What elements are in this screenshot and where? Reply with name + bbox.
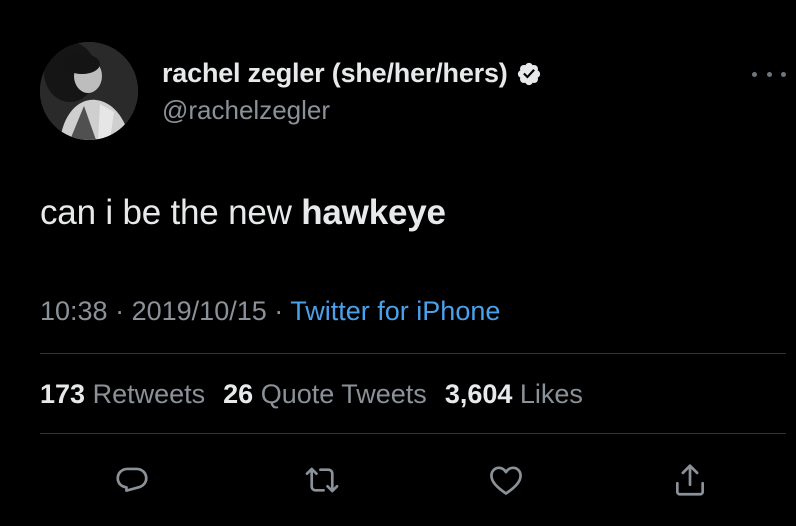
avatar[interactable] — [40, 42, 138, 140]
tweet-text-plain: can i be the new — [40, 193, 302, 232]
quotes-stat[interactable]: 26 Quote Tweets — [223, 379, 427, 410]
verified-badge-icon — [516, 61, 542, 87]
more-options-icon[interactable] — [752, 64, 786, 84]
likes-stat[interactable]: 3,604 Likes — [445, 379, 583, 410]
retweet-button[interactable] — [297, 455, 347, 505]
meta-separator: · — [274, 296, 284, 326]
share-icon — [675, 464, 705, 496]
retweets-stat[interactable]: 173 Retweets — [40, 379, 205, 410]
tweet-text: can i be the new hawkeye — [40, 193, 446, 233]
tweet-source[interactable]: Twitter for iPhone — [290, 296, 500, 326]
author-handle[interactable]: @rachelzegler — [162, 95, 330, 126]
divider — [40, 353, 786, 354]
retweets-count: 173 — [40, 379, 86, 409]
tweet-meta: 10:38 · 2019/10/15 · Twitter for iPhone — [40, 296, 500, 327]
retweet-icon — [305, 467, 339, 493]
divider — [40, 433, 786, 434]
reply-icon — [116, 467, 148, 492]
avatar-photo — [40, 42, 138, 140]
author-name-row[interactable]: rachel zegler (she/her/hers) — [162, 58, 542, 89]
quotes-label: Quote Tweets — [260, 379, 427, 409]
likes-label: Likes — [519, 379, 583, 409]
tweet-stats: 173 Retweets 26 Quote Tweets 3,604 Likes — [40, 379, 601, 410]
likes-count: 3,604 — [444, 379, 513, 409]
tweet-time[interactable]: 10:38 — [40, 296, 108, 326]
retweets-label: Retweets — [92, 379, 206, 409]
reply-button[interactable] — [107, 455, 157, 505]
tweet-detail: rachel zegler (she/her/hers) @rachelzegl… — [0, 0, 796, 526]
like-button[interactable] — [481, 455, 531, 505]
tweet-date[interactable]: 2019/10/15 — [132, 296, 267, 326]
heart-icon — [490, 466, 522, 495]
action-bar — [0, 455, 796, 505]
share-button[interactable] — [665, 455, 715, 505]
author-name[interactable]: rachel zegler (she/her/hers) — [162, 58, 508, 89]
quotes-count: 26 — [223, 379, 254, 409]
tweet-text-bold: hawkeye — [301, 193, 446, 232]
meta-separator: · — [115, 296, 125, 326]
